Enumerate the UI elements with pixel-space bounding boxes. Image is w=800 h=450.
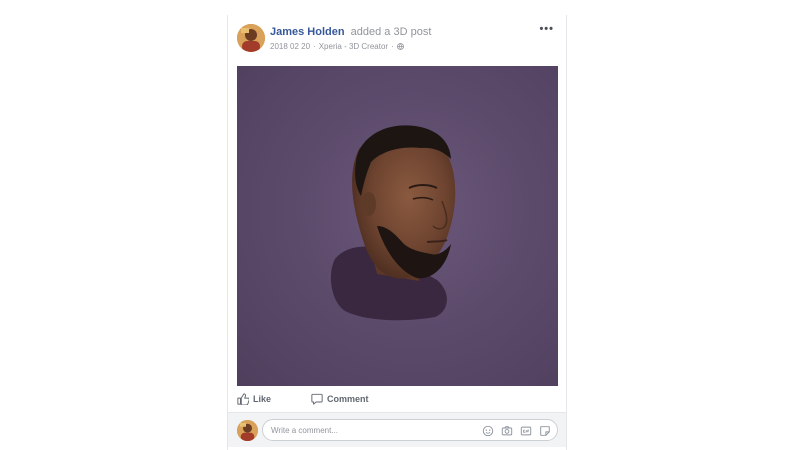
comment-label: Comment [327,394,369,404]
meta-separator: · [313,42,316,51]
author-avatar[interactable] [237,24,265,52]
like-label: Like [253,394,272,404]
like-button[interactable]: Like [237,393,271,405]
more-options-button[interactable]: ••• [539,23,554,35]
comment-tools [482,424,551,437]
meta-separator-2: · [391,42,394,51]
post-actions: Like Comment [237,390,409,408]
speech-bubble-icon [311,393,323,405]
thumbs-up-icon [237,393,249,405]
post-meta: 2018 02 20 · Xperia - 3D Creator · [270,42,404,51]
post-action-text: added a 3D post [350,26,432,38]
globe-icon[interactable] [396,43,404,50]
post-header: James Holden added a 3D post 2018 02 20 … [237,23,557,64]
author-line: James Holden added a 3D post [270,26,431,38]
post-date[interactable]: 2018 02 20 [270,42,310,51]
camera-icon[interactable] [501,424,513,436]
comment-bar [228,412,566,447]
3d-head-image [330,125,456,321]
emoji-icon[interactable] [482,424,494,437]
post-card: James Holden added a 3D post 2018 02 20 … [227,15,567,450]
comment-button[interactable]: Comment [311,393,369,405]
post-3d-media[interactable] [237,66,558,386]
sticker-icon[interactable] [539,424,551,436]
commenter-avatar[interactable] [237,420,258,441]
gif-icon[interactable] [520,424,532,436]
post-source[interactable]: Xperia - 3D Creator [319,42,388,51]
author-name-link[interactable]: James Holden [270,26,345,38]
